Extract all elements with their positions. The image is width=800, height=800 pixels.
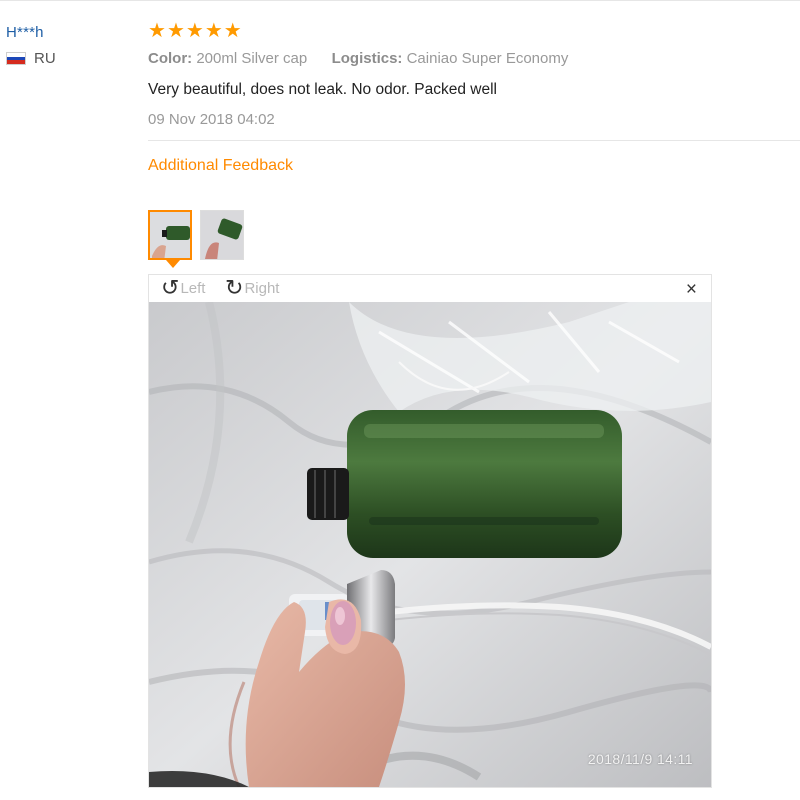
reviewer-info: H***h RU — [6, 24, 126, 67]
selected-thumbnail-pointer — [166, 260, 180, 268]
reviewer-name: H***h — [6, 24, 44, 41]
order-details: Color: 200ml Silver cap Logistics: Caini… — [148, 50, 800, 67]
section-divider — [148, 140, 800, 141]
additional-feedback-title: Additional Feedback — [148, 157, 293, 174]
star-icon: ★ — [204, 20, 223, 42]
color-value: 200ml Silver cap — [196, 50, 308, 67]
viewer-toolbar: ↺ Left ↻ Right × — [149, 275, 711, 303]
rotate-right-icon: ↻ — [225, 275, 244, 300]
photo-thumbnail-icon — [201, 211, 243, 259]
photo-timestamp: 2018/11/9 14:11 — [587, 751, 693, 767]
country-code: RU — [34, 50, 56, 67]
rotate-left-label: Left — [180, 279, 206, 297]
photo-thumbnail-1[interactable] — [148, 210, 192, 260]
photo-thumbnails — [148, 210, 244, 260]
rotate-left-icon: ↺ — [161, 275, 180, 300]
review-photo-image — [149, 302, 711, 787]
star-icon: ★ — [166, 20, 185, 42]
logistics-value: Cainiao Super Economy — [406, 50, 569, 67]
russia-flag-icon — [6, 52, 26, 65]
star-rating: ★ ★ ★ ★ ★ — [148, 20, 800, 42]
review-text: Very beautiful, does not leak. No odor. … — [148, 81, 497, 98]
color-label: Color: — [148, 50, 193, 67]
close-icon[interactable]: × — [686, 280, 697, 299]
star-icon: ★ — [148, 20, 166, 42]
review-body: ★ ★ ★ ★ ★ Color: 200ml Silver cap Logistics:… — [148, 20, 800, 175]
star-icon: ★ — [185, 20, 204, 42]
photo-viewer: ↺ Left ↻ Right × 2018/11/9 14:11 — [148, 274, 712, 788]
top-divider — [0, 0, 800, 1]
star-icon: ★ — [223, 20, 242, 42]
review-date: 09 Nov 2018 04:02 — [148, 111, 275, 128]
rotate-right-label: Right — [244, 279, 280, 297]
photo-thumbnail-icon — [150, 212, 190, 258]
photo-thumbnail-2[interactable] — [200, 210, 244, 260]
rotate-right-button[interactable]: ↻ Right — [225, 275, 280, 300]
reviewer-country: RU — [6, 50, 126, 67]
logistics-label: Logistics: — [331, 50, 403, 67]
rotate-left-button[interactable]: ↺ Left — [161, 275, 206, 300]
review-photo: 2018/11/9 14:11 — [149, 302, 711, 787]
